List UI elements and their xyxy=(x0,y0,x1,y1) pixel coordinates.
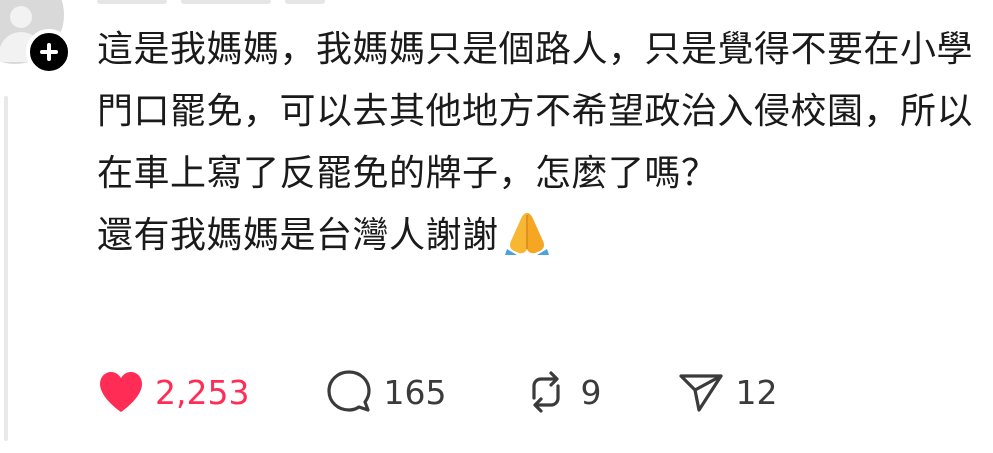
share-count: 12 xyxy=(735,372,778,412)
send-icon xyxy=(679,374,724,412)
follow-add-button[interactable] xyxy=(26,29,72,75)
comment-button[interactable]: 165 xyxy=(325,368,446,416)
post-text: 這是我媽媽，我媽媽只是個路人，只是覺得不要在小學門口罷免，可以去其他地方不希望政… xyxy=(97,19,977,267)
thread-post: 這是我媽媽，我媽媽只是個路人，只是覺得不要在小學門口罷免，可以去其他地方不希望政… xyxy=(0,0,993,453)
username-placeholder xyxy=(181,0,271,4)
post-paragraph: 這是我媽媽，我媽媽只是個路人，只是覺得不要在小學門口罷免，可以去其他地方不希望政… xyxy=(97,29,974,194)
username-placeholder xyxy=(97,0,167,4)
folded-hands-icon xyxy=(504,213,549,255)
like-count: 2,253 xyxy=(155,372,250,412)
action-bar: 2,253 165 9 12 xyxy=(97,368,777,416)
repost-button[interactable]: 9 xyxy=(522,368,601,416)
header-remnant xyxy=(97,0,325,4)
post-paragraph-text: 還有我媽媽是台灣人謝謝 xyxy=(97,215,499,256)
username-placeholder xyxy=(285,0,325,4)
heart-icon xyxy=(100,372,142,412)
avatar-head xyxy=(10,6,32,28)
thread-line xyxy=(4,96,8,441)
repost-count: 9 xyxy=(580,372,602,412)
repost-icon xyxy=(532,371,561,413)
like-button[interactable]: 2,253 xyxy=(97,370,249,414)
plus-icon xyxy=(40,43,58,61)
post-paragraph: 還有我媽媽是台灣人謝謝 xyxy=(97,205,977,267)
comment-icon xyxy=(327,370,372,412)
comment-count: 165 xyxy=(383,372,447,412)
share-button[interactable]: 12 xyxy=(677,368,777,416)
